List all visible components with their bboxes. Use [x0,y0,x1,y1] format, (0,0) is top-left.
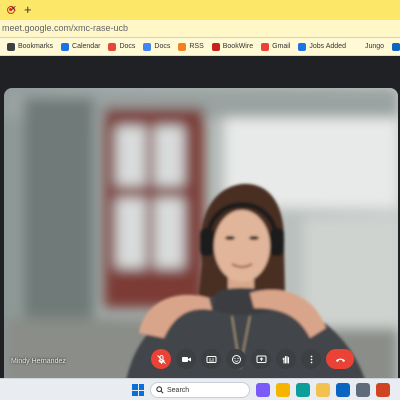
start-tile [132,390,138,396]
copilot-app[interactable] [256,383,270,397]
bookmark-label: Jobs Added [309,43,346,50]
present-icon [256,355,266,363]
start-tile [138,390,144,396]
bookmark-item[interactable]: Jungo [351,40,387,54]
bookmark-item[interactable]: Docs [105,40,138,54]
present-button[interactable] [251,349,271,369]
search-placeholder: Search [167,386,190,394]
screen: × + meet.google.com/xmc-rase-ucb Bookmar… [0,0,400,400]
mic-off-button[interactable] [151,349,171,369]
gmail-icon [261,42,270,51]
end-call-button[interactable] [326,349,354,369]
calculator-app[interactable] [356,383,370,397]
bookmark-item[interactable]: LinkedIn [389,40,400,54]
edge-app[interactable] [296,383,310,397]
bookmark-item[interactable]: Calendar [58,40,103,54]
bookmark-label: Bookmarks [18,43,54,50]
calendar-icon [61,42,70,51]
bookmark-item[interactable]: Jobs Added [295,40,349,54]
bookmarks-bar: Bookmarks Calendar Docs Docs RSS BookWire Gmai… [0,38,400,56]
camera-button[interactable] [176,349,196,369]
bookwire-icon [211,42,220,51]
start-button[interactable] [132,384,144,396]
new-tab-button[interactable]: + [24,2,32,17]
captions-icon [206,355,216,363]
emoji-button[interactable] [226,349,246,369]
bookmark-label: Calendar [72,43,101,50]
file-explorer-app[interactable] [316,383,330,397]
bookmark-label: BookWire [222,43,254,50]
bookmark-item[interactable]: Bookmarks [4,40,56,54]
jobs-icon [298,42,307,51]
bookmark-item[interactable]: Docs [140,40,173,54]
captions-button[interactable] [201,349,221,369]
chrome-app[interactable] [276,383,290,397]
bookmark-item[interactable]: BookWire [209,40,256,54]
emoji-icon [231,354,241,364]
start-tile [138,384,144,390]
start-tile [132,384,138,390]
meet-stage: Mindy Hernandez [0,56,400,394]
camera-icon [181,356,191,362]
call-controls-bar [151,348,354,370]
bookmark-item[interactable]: RSS [175,40,206,54]
hand-icon [281,355,289,364]
jungo-icon [353,42,362,51]
windows-taskbar: Search [0,378,400,400]
outlook-app[interactable] [336,383,350,397]
raise-hand-button[interactable] [276,349,296,369]
more-vert-icon [310,355,312,363]
bookmark-label: Gmail [272,43,291,50]
more-options-button[interactable] [301,349,321,369]
linkedin-icon [392,42,400,51]
bookmark-folder-icon [7,42,15,51]
tab-close-icon[interactable]: × [10,3,16,15]
powerpoint-app[interactable] [376,383,390,397]
docs-icon [143,42,152,51]
bookmark-label: Docs [154,43,171,50]
address-bar[interactable]: meet.google.com/xmc-rase-ucb [0,20,400,38]
docs-icon [108,42,117,51]
end-call-icon [335,358,345,362]
mic-off-icon [156,354,166,364]
search-icon [156,386,164,394]
url-text[interactable]: meet.google.com/xmc-rase-ucb [2,23,128,33]
bookmark-label: Jungo [364,43,385,50]
bookmark-label: Docs [119,43,136,50]
taskbar-search-box[interactable]: Search [150,382,250,398]
rss-icon [178,42,187,51]
bookmark-item[interactable]: Gmail [258,40,293,54]
browser-tab-strip: × + [0,0,400,20]
bookmark-label: RSS [189,43,204,50]
participant-name-label: Mindy Hernandez [11,358,66,365]
